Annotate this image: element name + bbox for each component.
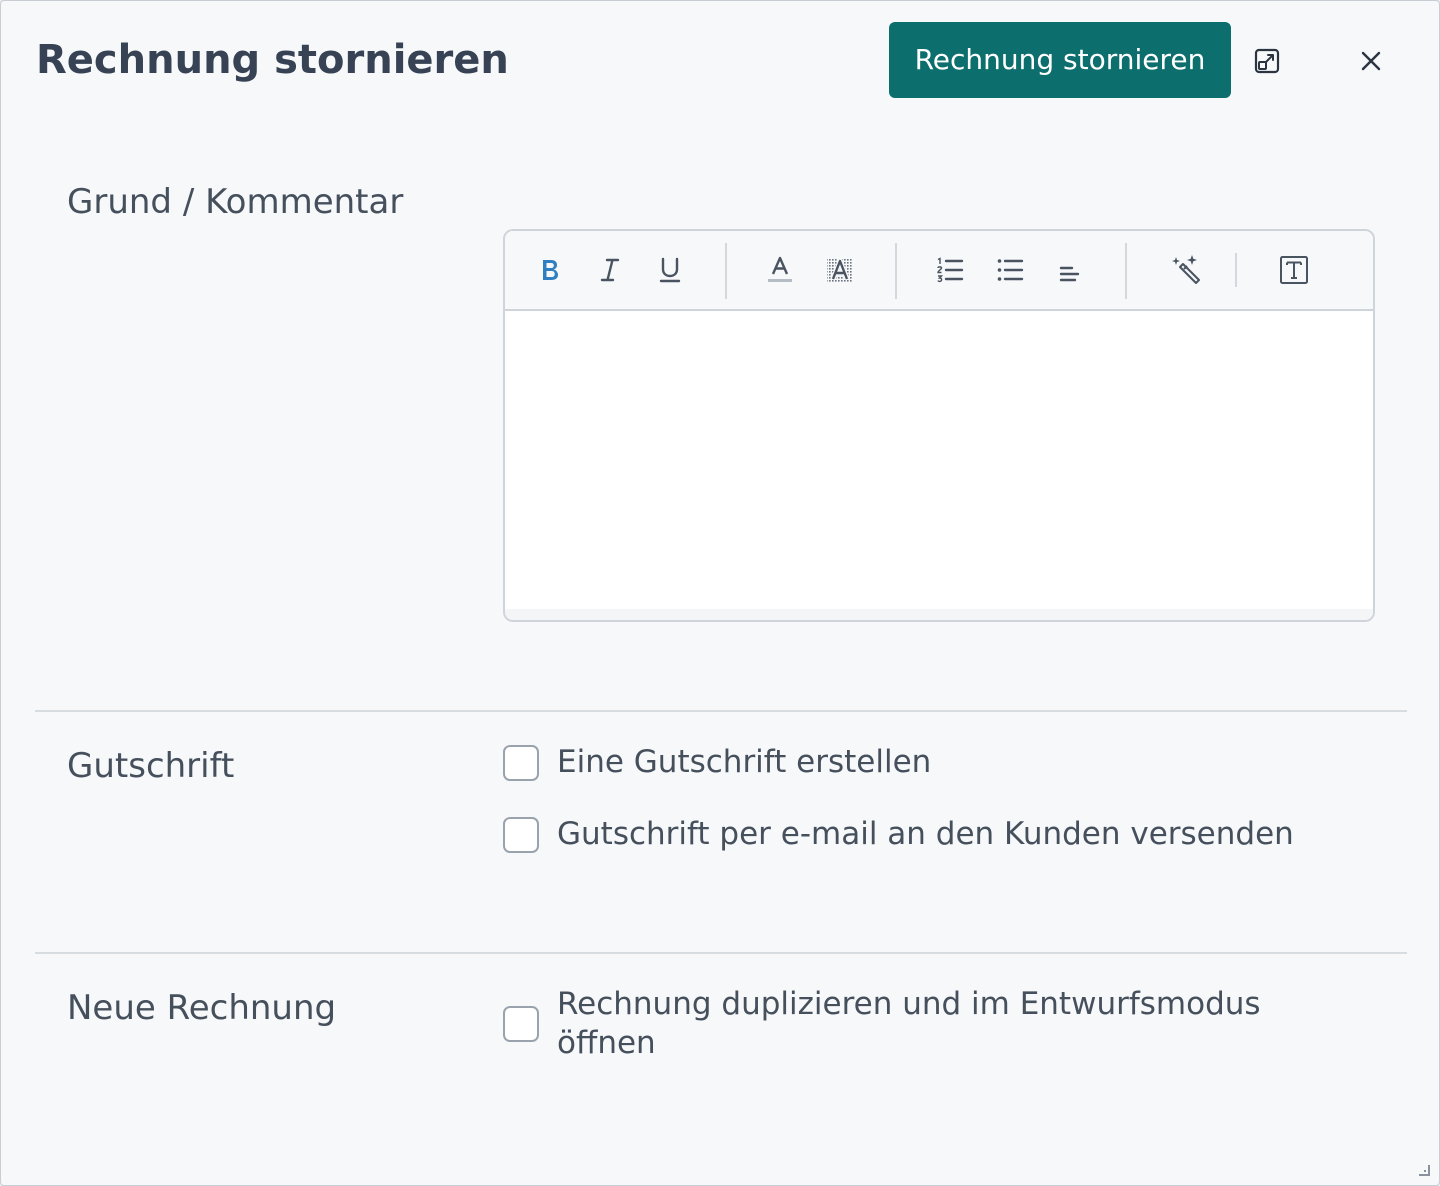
comment-rich-text-editor bbox=[503, 229, 1375, 622]
close-button[interactable] bbox=[1349, 39, 1393, 83]
comment-section-label: Grund / Kommentar bbox=[67, 182, 404, 222]
text-block-button[interactable] bbox=[1271, 247, 1317, 293]
magic-wand-button[interactable] bbox=[1163, 247, 1209, 293]
comment-editor-content[interactable] bbox=[505, 311, 1373, 609]
email-credit-note-option[interactable]: Gutschrift per e-mail an den Kunden vers… bbox=[503, 815, 1294, 854]
text-color-button[interactable] bbox=[757, 247, 803, 293]
underline-button[interactable] bbox=[647, 247, 693, 293]
bullet-list-icon bbox=[997, 259, 1024, 281]
ordered-list-icon bbox=[937, 257, 964, 283]
toolbar-separator bbox=[1235, 253, 1237, 287]
bold-icon bbox=[543, 260, 558, 280]
section-divider bbox=[35, 710, 1407, 712]
ordered-list-button[interactable] bbox=[927, 247, 973, 293]
underline-icon bbox=[659, 257, 681, 283]
close-icon bbox=[1361, 51, 1381, 71]
resize-grip-icon[interactable] bbox=[1415, 1161, 1431, 1177]
text-color-icon bbox=[768, 256, 792, 282]
cancel-invoice-button[interactable]: Rechnung stornieren bbox=[889, 22, 1231, 98]
create-credit-note-label: Eine Gutschrift erstellen bbox=[557, 744, 932, 780]
create-credit-note-option[interactable]: Eine Gutschrift erstellen bbox=[503, 743, 931, 782]
credit-note-section-label: Gutschrift bbox=[67, 746, 235, 786]
italic-button[interactable] bbox=[587, 247, 633, 293]
expand-button[interactable] bbox=[1245, 39, 1289, 83]
toolbar-separator bbox=[1125, 243, 1127, 299]
create-credit-note-checkbox[interactable] bbox=[503, 744, 539, 781]
section-divider bbox=[35, 952, 1407, 954]
email-credit-note-checkbox[interactable] bbox=[503, 816, 539, 853]
editor-footer bbox=[505, 609, 1373, 620]
dialog-title: Rechnung stornieren bbox=[36, 37, 509, 83]
bullet-list-button[interactable] bbox=[987, 247, 1033, 293]
duplicate-invoice-checkbox[interactable] bbox=[503, 1006, 539, 1042]
editor-toolbar bbox=[505, 231, 1373, 311]
highlight-icon bbox=[827, 256, 853, 282]
toolbar-separator bbox=[725, 243, 727, 299]
bold-button[interactable] bbox=[527, 247, 573, 293]
new-invoice-section-label: Neue Rechnung bbox=[67, 988, 337, 1028]
align-button[interactable] bbox=[1047, 247, 1093, 293]
toolbar-separator bbox=[895, 243, 897, 299]
magic-wand-icon bbox=[1172, 255, 1200, 284]
align-icon bbox=[1059, 266, 1080, 282]
duplicate-invoice-label: Rechnung duplizieren und im Entwurfsmodu… bbox=[557, 986, 1261, 1061]
email-credit-note-label: Gutschrift per e-mail an den Kunden vers… bbox=[557, 816, 1294, 852]
duplicate-invoice-option[interactable]: Rechnung duplizieren und im Entwurfsmodu… bbox=[503, 985, 1317, 1063]
italic-icon bbox=[600, 258, 620, 282]
highlight-button[interactable] bbox=[817, 247, 863, 293]
text-block-icon bbox=[1280, 256, 1308, 284]
expand-icon bbox=[1254, 48, 1280, 74]
cancel-invoice-dialog: Rechnung stornieren Rechnung stornieren … bbox=[0, 0, 1440, 1186]
